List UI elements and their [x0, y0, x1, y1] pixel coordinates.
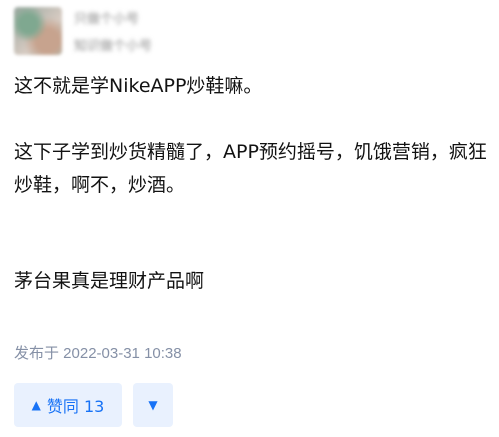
publish-time[interactable]: 发布于 2022-03-31 10:38 [14, 342, 182, 366]
answer-paragraph: 这下子学到炒货精髓了，APP预约摇号，饥饿营销，疯狂炒鞋，啊不，炒酒。 [14, 141, 487, 196]
author-meta: 只做个小号 知识做个小号 [74, 8, 152, 54]
triangle-down-icon: ▼ [148, 398, 158, 412]
avatar[interactable] [14, 7, 62, 55]
answer-paragraph: 这不就是学NikeAPP炒鞋嘛。 [14, 75, 263, 97]
upvote-button[interactable]: ▲ 赞同 13 [14, 383, 122, 427]
author-info: 只做个小号 知识做个小号 [14, 6, 152, 56]
author-headline: 知识做个小号 [74, 39, 153, 54]
author-name[interactable]: 只做个小号 [74, 8, 152, 27]
triangle-up-icon: ▲ [31, 398, 41, 412]
downvote-button[interactable]: ▼ [133, 383, 173, 427]
upvote-label: 赞同 13 [46, 397, 105, 416]
answer-card: 只做个小号 知识做个小号 这不就是学NikeAPP炒鞋嘛。 这下子学到炒货精髓了… [0, 0, 499, 437]
answer-paragraph: 茅台果真是理财产品啊 [14, 270, 205, 292]
